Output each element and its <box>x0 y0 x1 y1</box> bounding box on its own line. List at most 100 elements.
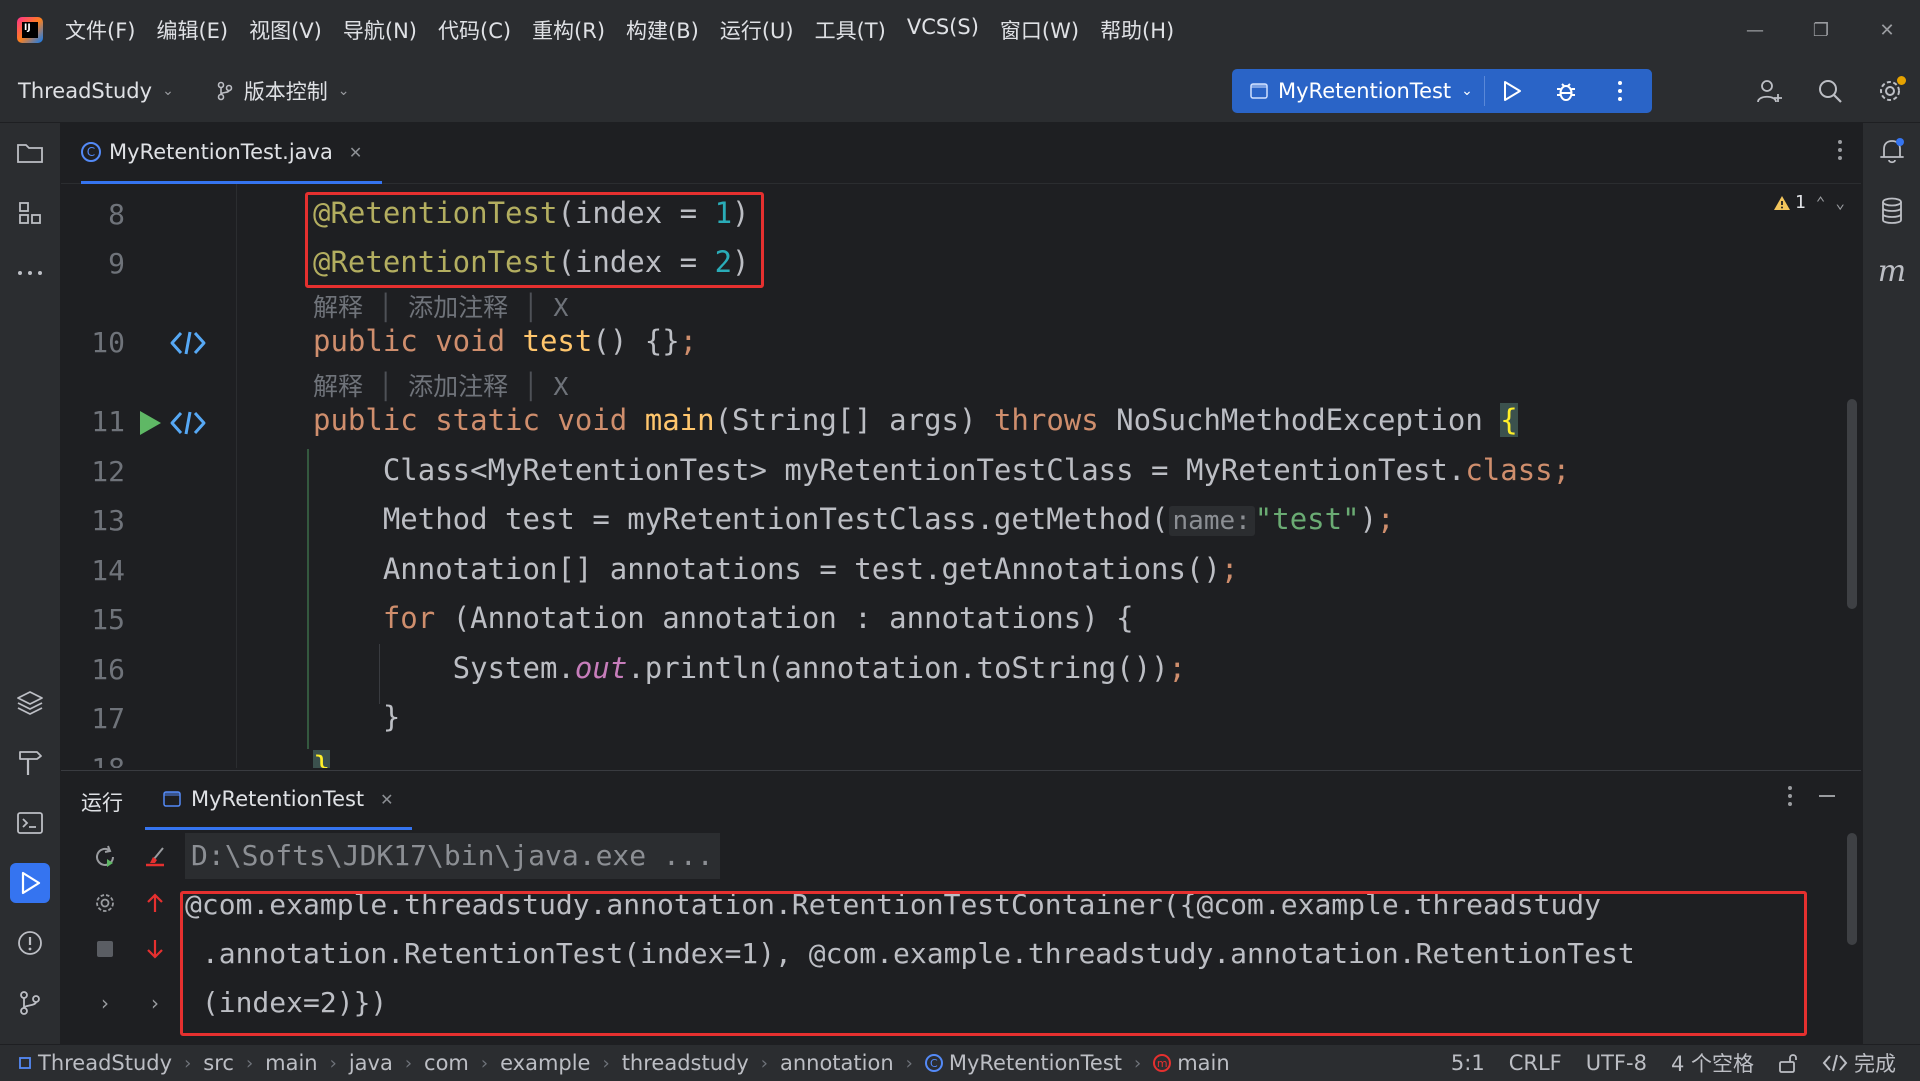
editor-tab[interactable]: C MyRetentionTest.java ✕ <box>81 123 383 184</box>
problems-tool-button[interactable] <box>10 923 50 963</box>
expand-button[interactable]: › <box>135 983 175 1023</box>
build-tool-button[interactable] <box>10 743 50 783</box>
code-editor[interactable]: 8 9 10 11 12 13 14 15 16 17 18 @Retentio… <box>61 184 1861 768</box>
explain-link[interactable]: 解释 <box>313 293 363 322</box>
gutter-divider <box>236 184 237 768</box>
add-comment-link[interactable]: 添加注释 <box>408 293 508 322</box>
run-settings-button[interactable] <box>85 883 125 923</box>
run-tool-window: 运行 MyRetentionTest ✕ › › D:\Softs\JDK17\… <box>61 770 1861 1045</box>
line-number: 11 <box>91 405 125 438</box>
explain-link[interactable]: 解释 <box>313 372 363 401</box>
breadcrumb-item[interactable]: annotation <box>780 1051 894 1075</box>
breadcrumb-method[interactable]: m main <box>1153 1051 1230 1075</box>
add-user-button[interactable] <box>1740 60 1800 122</box>
menu-item-8[interactable]: 工具(T) <box>815 15 886 45</box>
run-tool-button[interactable] <box>10 863 50 903</box>
settings-button[interactable] <box>1860 60 1920 122</box>
implemented-method-icon[interactable] <box>169 329 207 357</box>
line-separator[interactable]: CRLF <box>1509 1051 1562 1075</box>
caret-position[interactable]: 5:1 <box>1451 1051 1485 1075</box>
run-gutter-icon[interactable] <box>137 409 163 437</box>
more-tools-button[interactable] <box>10 253 50 293</box>
run-config-selector[interactable]: MyRetentionTest ⌄ <box>1232 79 1484 103</box>
add-comment-link[interactable]: 添加注释 <box>408 372 508 401</box>
restore-icon[interactable]: ❐ <box>1788 0 1854 60</box>
menu-item-6[interactable]: 构建(B) <box>626 15 699 45</box>
file-encoding[interactable]: UTF-8 <box>1586 1051 1647 1075</box>
breadcrumb-separator: › <box>480 1052 489 1074</box>
class-icon: C <box>924 1054 943 1072</box>
console-scrollbar[interactable] <box>1847 833 1857 945</box>
vcs-selector[interactable]: 版本控制 ⌄ <box>216 76 350 106</box>
close-tab-icon[interactable]: ✕ <box>380 790 393 809</box>
task-status[interactable]: 完成 <box>1822 1048 1896 1078</box>
implemented-method-icon[interactable] <box>169 409 207 437</box>
clear-console-button[interactable] <box>135 837 175 877</box>
rerun-button[interactable] <box>85 837 125 877</box>
notifications-button[interactable] <box>1872 131 1912 171</box>
broom-icon <box>146 847 164 867</box>
line-number: 9 <box>108 247 125 280</box>
minimize-panel-icon[interactable] <box>1817 785 1837 807</box>
menu-item-7[interactable]: 运行(U) <box>720 15 794 45</box>
expand-button[interactable]: › <box>85 983 125 1023</box>
layers-tool-button[interactable] <box>10 683 50 723</box>
editor-scrollbar[interactable] <box>1847 399 1857 609</box>
unlock-icon[interactable] <box>1778 1052 1798 1074</box>
layers-icon <box>17 691 43 715</box>
intellij-logo-icon[interactable]: IJ <box>17 17 43 43</box>
search-button[interactable] <box>1800 60 1860 122</box>
run-button[interactable] <box>1485 69 1539 113</box>
menu-item-11[interactable]: 帮助(H) <box>1100 15 1174 45</box>
menu-item-2[interactable]: 视图(V) <box>249 15 322 45</box>
chevron-down-icon: ⌄ <box>162 83 174 99</box>
menu-item-3[interactable]: 导航(N) <box>343 15 417 45</box>
method-icon: m <box>1153 1054 1172 1072</box>
breadcrumb-item[interactable]: com <box>424 1051 469 1075</box>
line-number: 14 <box>91 554 125 587</box>
breadcrumb-separator: › <box>329 1052 337 1074</box>
run-toolbar-right: › <box>135 837 175 1029</box>
breadcrumb-item[interactable]: example <box>500 1051 590 1075</box>
indent-setting[interactable]: 4 个空格 <box>1671 1048 1754 1078</box>
project-selector[interactable]: ThreadStudy ⌄ <box>18 79 174 103</box>
git-tool-button[interactable] <box>10 983 50 1023</box>
breadcrumb-item[interactable]: main <box>265 1051 317 1075</box>
breadcrumb-item[interactable]: src <box>203 1051 234 1075</box>
minimize-icon[interactable]: — <box>1722 0 1788 60</box>
project-tool-button[interactable] <box>10 133 50 173</box>
scroll-up-button[interactable] <box>135 883 175 923</box>
inlay-actions: 解释 │ 添加注释 │ X <box>313 372 569 401</box>
breadcrumb-item[interactable]: java <box>349 1051 393 1075</box>
terminal-tool-button[interactable] <box>10 803 50 843</box>
close-tab-icon[interactable]: ✕ <box>349 143 362 162</box>
breadcrumb-project[interactable]: ThreadStudy <box>18 1051 172 1075</box>
menu-item-0[interactable]: 文件(F) <box>65 15 135 45</box>
menu-item-5[interactable]: 重构(R) <box>532 15 605 45</box>
more-run-actions[interactable] <box>1593 69 1647 113</box>
left-tool-strip <box>0 123 61 1044</box>
scroll-down-button[interactable] <box>135 929 175 969</box>
line-number: 17 <box>91 702 125 735</box>
next-highlight-icon[interactable]: ⌄ <box>1835 193 1845 212</box>
breadcrumb-class[interactable]: C MyRetentionTest <box>924 1051 1122 1075</box>
previous-highlight-icon[interactable]: ⌃ <box>1816 193 1826 212</box>
menu-item-1[interactable]: 编辑(E) <box>156 15 228 45</box>
debug-button[interactable] <box>1539 69 1593 113</box>
more-vertical-icon[interactable] <box>1787 785 1793 807</box>
database-button[interactable] <box>1872 191 1912 231</box>
dismiss-inlay-link[interactable]: X <box>553 293 568 322</box>
structure-tool-button[interactable] <box>10 193 50 233</box>
console-line: D:\Softs\JDK17\bin\java.exe ... <box>185 831 1825 880</box>
maven-m-icon[interactable]: m <box>1872 251 1912 291</box>
tab-options-button[interactable] <box>1837 139 1843 165</box>
menu-item-9[interactable]: VCS(S) <box>907 15 979 45</box>
breadcrumb-item[interactable]: threadstudy <box>622 1051 749 1075</box>
dismiss-inlay-link[interactable]: X <box>553 372 568 401</box>
stop-button[interactable] <box>85 929 125 969</box>
menu-item-4[interactable]: 代码(C) <box>438 15 511 45</box>
menu-item-10[interactable]: 窗口(W) <box>1000 15 1079 45</box>
close-window-icon[interactable]: ✕ <box>1854 0 1920 60</box>
inspection-widget[interactable]: 1 ⌃ ⌄ <box>1773 192 1845 213</box>
run-tab[interactable]: MyRetentionTest ✕ <box>145 771 412 830</box>
